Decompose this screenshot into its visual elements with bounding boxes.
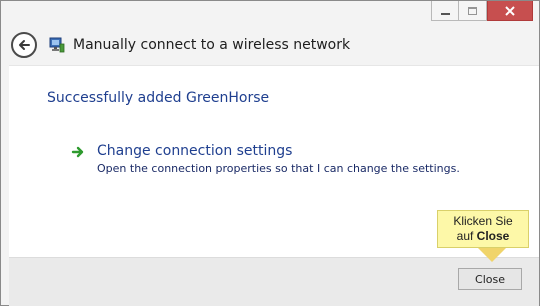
- dialog-header: Manually connect to a wireless network: [9, 27, 531, 63]
- option-title[interactable]: Change connection settings: [97, 142, 460, 160]
- option-description: Open the connection properties so that I…: [97, 162, 460, 175]
- callout-line2-bold: Close: [476, 229, 510, 243]
- minimize-button[interactable]: [431, 1, 459, 21]
- callout-pointer-arrow: [478, 248, 506, 262]
- back-button[interactable]: [11, 32, 37, 58]
- dialog-footer: Close: [9, 257, 539, 306]
- close-button[interactable]: Close: [458, 268, 522, 290]
- instruction-callout: Klicken Sie auf Close: [437, 210, 529, 248]
- green-arrow-icon: [71, 146, 84, 158]
- callout-line2: auf Close: [438, 229, 528, 244]
- status-message: Successfully added GreenHorse: [47, 90, 270, 106]
- wireless-network-icon: [49, 37, 65, 53]
- callout-line2-prefix: auf: [456, 229, 477, 243]
- close-icon: [505, 5, 515, 16]
- caption-buttons: [431, 1, 533, 23]
- maximize-icon: [468, 6, 477, 15]
- back-arrow-icon: [19, 40, 30, 50]
- change-connection-settings-option[interactable]: Change connection settings Open the conn…: [71, 142, 460, 175]
- dialog-window: Manually connect to a wireless network S…: [0, 0, 540, 306]
- maximize-button[interactable]: [459, 1, 487, 21]
- dialog-title: Manually connect to a wireless network: [73, 37, 351, 53]
- minimize-icon: [440, 12, 450, 15]
- callout-line1: Klicken Sie: [453, 214, 513, 228]
- window-close-button[interactable]: [487, 1, 533, 21]
